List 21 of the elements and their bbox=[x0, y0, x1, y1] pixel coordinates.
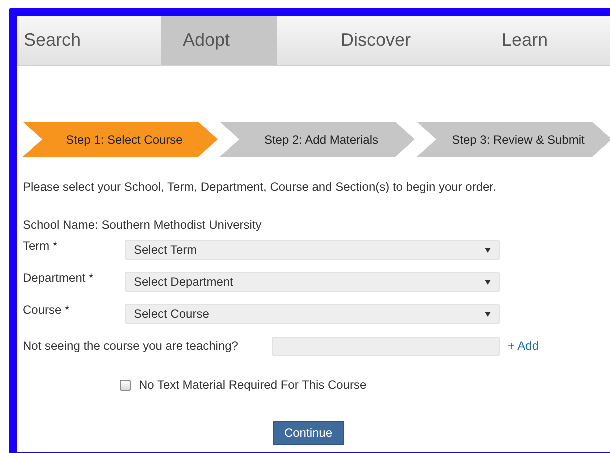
continue-button[interactable]: Continue bbox=[273, 421, 344, 445]
caret-icon bbox=[485, 280, 491, 284]
instruction-text: Please select your School, Term, Department, Course and Section(s) to begin your order. bbox=[23, 179, 498, 196]
nav-tab[interactable]: Discover bbox=[277, 16, 432, 65]
caret-icon bbox=[485, 248, 491, 252]
dropdown[interactable]: Select Course bbox=[125, 304, 500, 324]
dropdown[interactable]: Select Department bbox=[125, 272, 500, 292]
missing-course-label: Not seeing the course you are teaching? bbox=[23, 338, 240, 355]
dropdown[interactable]: Select Term bbox=[125, 240, 500, 260]
nav-tab[interactable]: Adopt bbox=[161, 16, 277, 65]
course-input-field[interactable] bbox=[272, 336, 500, 356]
no-text-material-label: No Text Material Required For This Course bbox=[139, 377, 367, 394]
caret-icon bbox=[485, 312, 491, 316]
nav-tab[interactable]: Search bbox=[17, 16, 161, 65]
field-label: Department * bbox=[23, 270, 95, 287]
add-link[interactable]: + Add bbox=[508, 337, 540, 355]
field-label: Term * bbox=[23, 238, 59, 255]
nav-tab[interactable]: Learn bbox=[432, 16, 610, 65]
school-name: School Name: Southern Methodist University bbox=[23, 217, 263, 234]
checkbox[interactable] bbox=[120, 380, 131, 390]
field-label: Course * bbox=[23, 302, 71, 319]
